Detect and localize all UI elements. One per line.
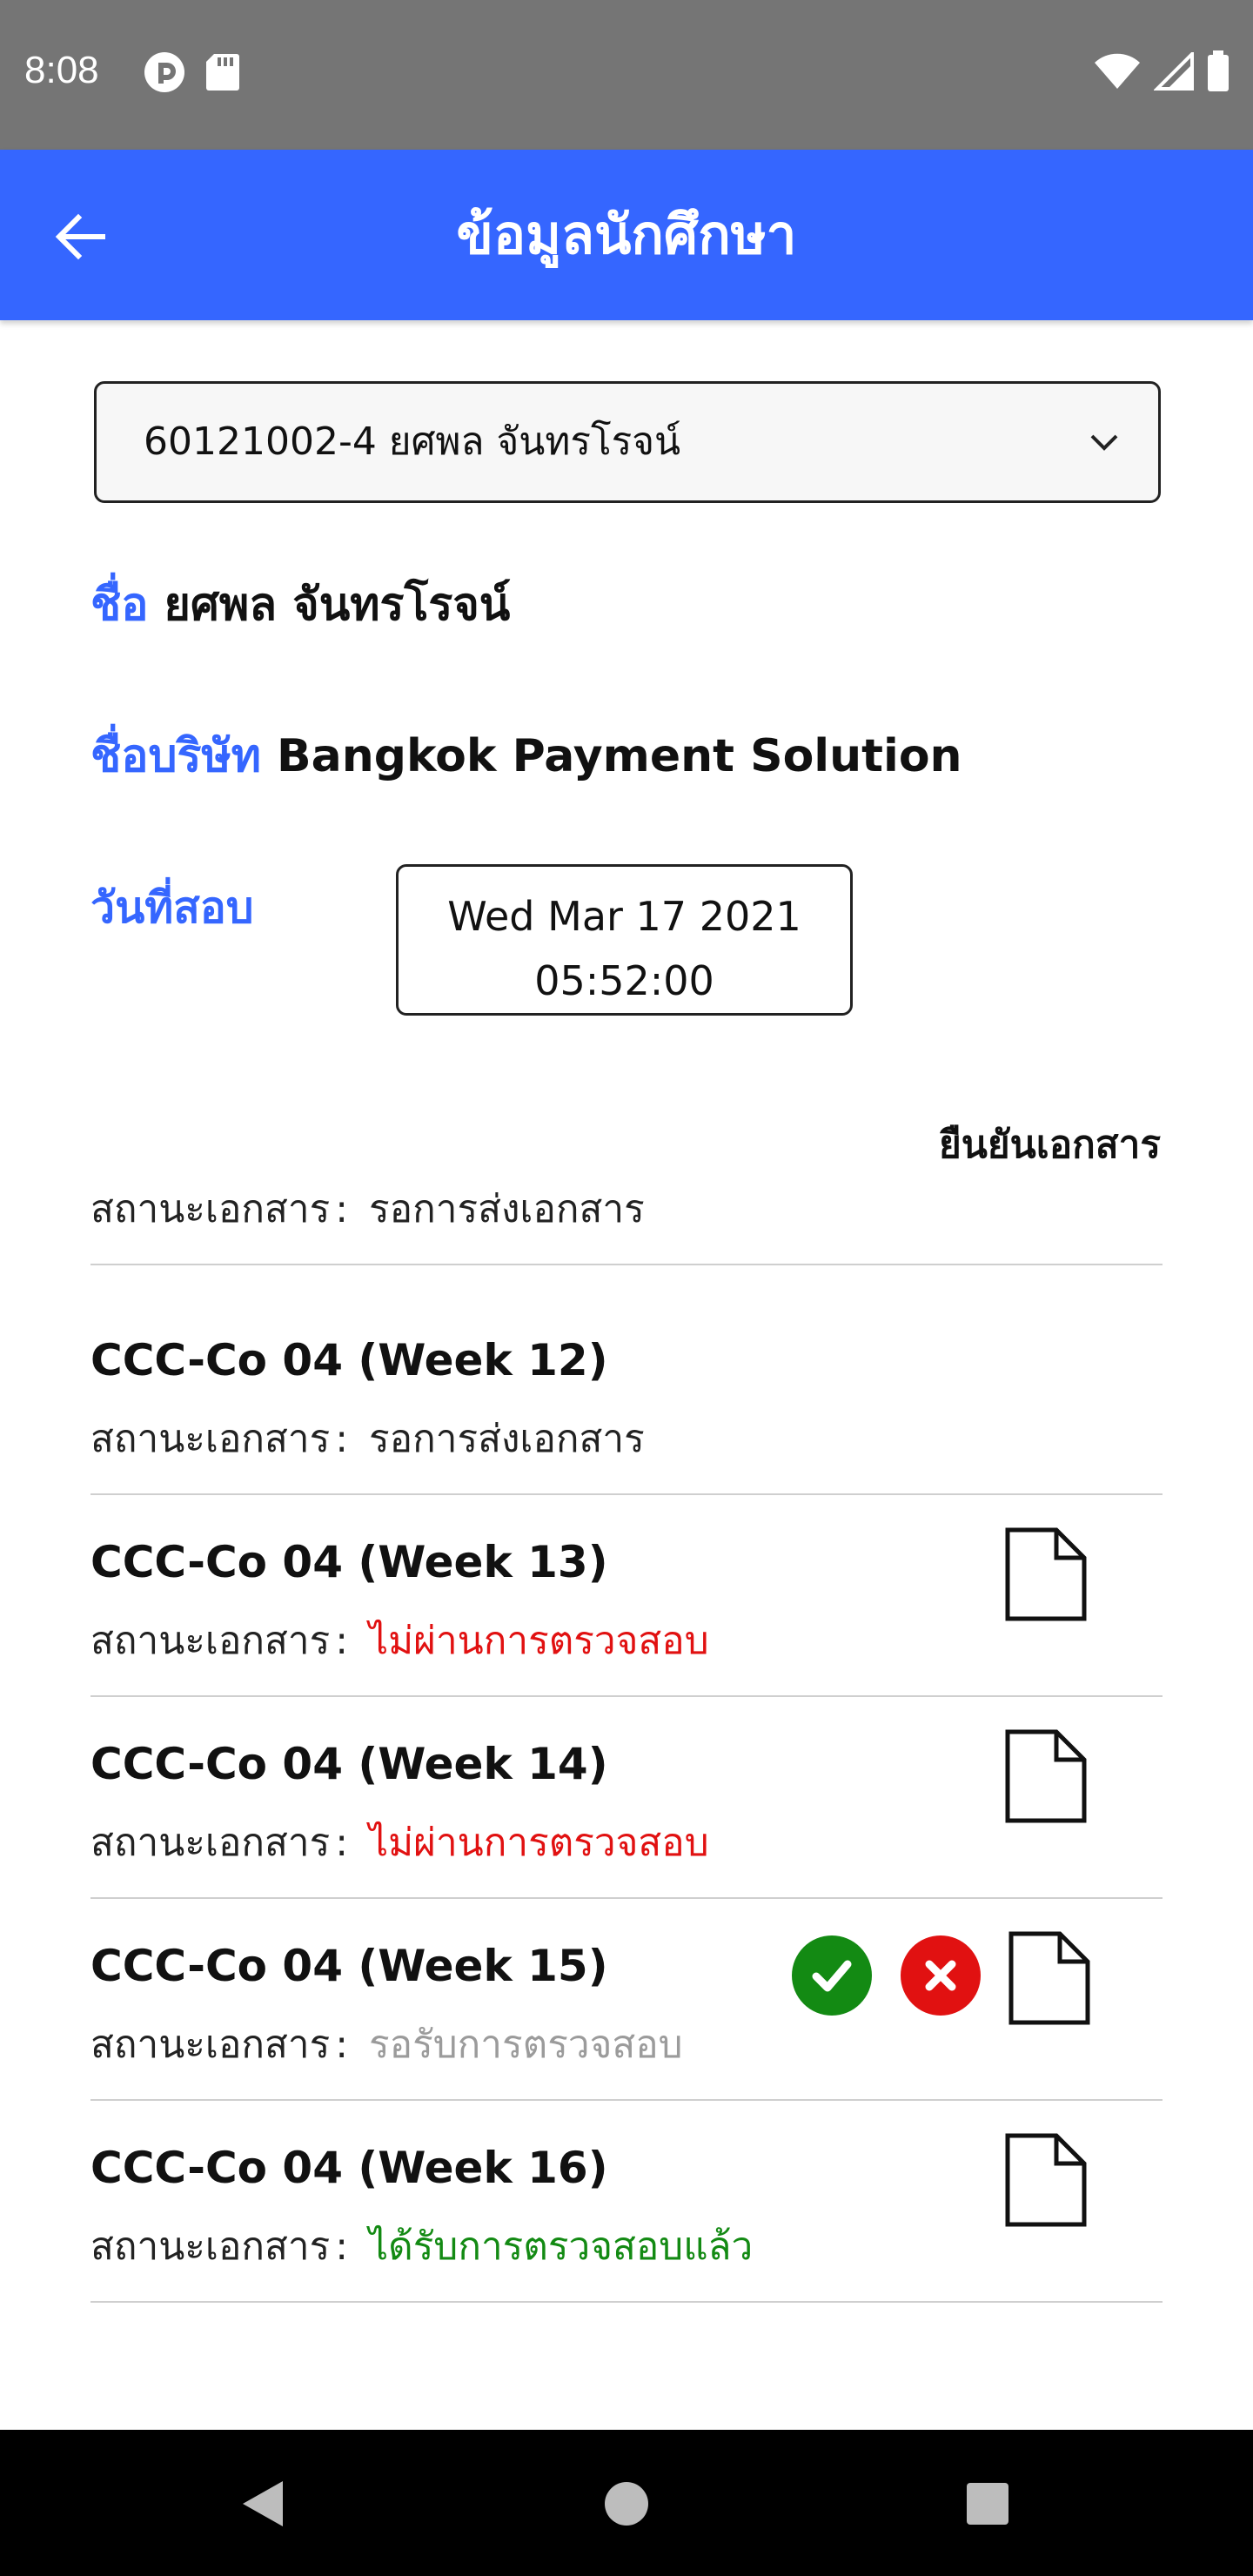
doc-status: สถานะเอกสาร: รอการส่งเอกสาร <box>90 1192 645 1239</box>
list-item[interactable]: CCC-Co 04 (Week 15) สถานะเอกสาร: รอรับกา… <box>90 1899 1163 2101</box>
status-time: 8:08 <box>24 49 99 91</box>
document-icon <box>1005 1729 1087 1823</box>
doc-title: CCC-Co 04 (Week 15) <box>90 1941 608 1991</box>
approve-button[interactable] <box>792 1935 872 2016</box>
pocket-casts-icon <box>143 50 186 97</box>
doc-title: CCC-Co 04 (Week 14) <box>90 1739 608 1789</box>
list-item[interactable]: CCC-Co 04 (Week 12) สถานะเอกสาร: รอการส่… <box>90 1293 1163 1495</box>
doc-title: CCC-Co 04 (Week 13) <box>90 1537 608 1587</box>
doc-status: สถานะเอกสาร: ไม่ผ่านการตรวจสอบ <box>90 1821 709 1865</box>
doc-status-label: สถานะเอกสาร <box>90 2224 331 2269</box>
view-document-button[interactable] <box>1004 1526 1088 1626</box>
doc-status-value: รอการส่งเอกสาร <box>369 1192 645 1231</box>
nav-recents-button[interactable] <box>957 2473 1018 2534</box>
doc-title: CCC-Co 04 (Week 12) <box>90 1335 608 1385</box>
close-icon <box>925 1960 956 1991</box>
reject-button[interactable] <box>901 1935 981 2016</box>
back-button[interactable] <box>45 202 115 272</box>
status-left-icons <box>143 50 240 97</box>
square-recents-icon <box>967 2483 1008 2525</box>
doc-status-label: สถานะเอกสาร <box>90 1821 331 1865</box>
check-icon <box>812 1960 852 1992</box>
sd-card-icon <box>205 52 240 96</box>
list-item[interactable]: CCC-Co 04 (Week 16) สถานะเอกสาร: ได้รับก… <box>90 2101 1163 2303</box>
page-title: ข้อมูลนักศึกษา <box>456 203 797 266</box>
document-icon <box>1005 1527 1087 1621</box>
status-right-icons <box>1093 50 1230 96</box>
doc-status-value: ได้รับการตรวจสอบแล้ว <box>369 2224 754 2269</box>
exam-date-box[interactable]: Wed Mar 17 2021 05:52:00 <box>396 864 853 1016</box>
doc-title: CCC-Co 04 (Week 16) <box>90 2143 608 2193</box>
list-item[interactable]: CCC-Co 04 (Week 14) สถานะเอกสาร: ไม่ผ่าน… <box>90 1697 1163 1899</box>
doc-status: สถานะเอกสาร: ไม่ผ่านการตรวจสอบ <box>90 1619 709 1663</box>
name-label: ชื่อ <box>90 579 149 631</box>
doc-status: สถานะเอกสาร: ได้รับการตรวจสอบแล้ว <box>90 2224 754 2269</box>
student-name-row: ชื่อ ยศพล จันทรโรจน์ <box>90 567 510 640</box>
exam-date-label: วันที่สอบ <box>90 882 254 933</box>
company-label: ชื่อบริษัท <box>90 730 262 782</box>
nav-back-button[interactable] <box>231 2473 292 2534</box>
doc-status-value: รอรับการตรวจสอบ <box>369 2023 683 2067</box>
student-select-value: 60121002-4 ยศพล จันทรโรจน์ <box>144 419 681 464</box>
doc-status: สถานะเอกสาร: รอการส่งเอกสาร <box>90 1417 645 1461</box>
doc-status-value: ไม่ผ่านการตรวจสอบ <box>369 1821 709 1865</box>
battery-icon <box>1206 50 1230 96</box>
view-document-button[interactable] <box>1008 1930 1091 2029</box>
doc-status: สถานะเอกสาร: รอรับการตรวจสอบ <box>90 2023 683 2067</box>
doc-status-value: รอการส่งเอกสาร <box>369 1417 645 1461</box>
app-bar: ข้อมูลนักศึกษา <box>0 150 1253 320</box>
exam-date: Wed Mar 17 2021 <box>447 893 801 940</box>
document-icon <box>1008 1931 1090 2025</box>
wifi-icon <box>1093 52 1142 94</box>
status-bar: 8:08 <box>0 0 1253 150</box>
view-document-button[interactable] <box>1004 1728 1088 1828</box>
doc-status-value: ไม่ผ่านการตรวจสอบ <box>369 1619 709 1663</box>
signal-icon <box>1153 50 1194 94</box>
circle-home-icon <box>605 2482 648 2526</box>
triangle-back-icon <box>243 2481 283 2526</box>
view-document-button[interactable] <box>1004 2132 1088 2231</box>
doc-status-label: สถานะเอกสาร <box>90 1192 331 1231</box>
arrow-left-icon <box>55 213 105 260</box>
confirm-documents-header: ยืนยันเอกสาร <box>938 1123 1161 1167</box>
nav-home-button[interactable] <box>596 2473 657 2534</box>
company-row: ชื่อบริษัท Bangkok Payment Solution <box>90 719 962 791</box>
student-select[interactable]: 60121002-4 ยศพล จันทรโรจน์ <box>94 381 1161 503</box>
list-item[interactable]: CCC-Co 04 (Week 13) สถานะเอกสาร: ไม่ผ่าน… <box>90 1495 1163 1697</box>
doc-status-label: สถานะเอกสาร <box>90 2023 331 2067</box>
exam-time: 05:52:00 <box>534 957 714 1004</box>
doc-status-label: สถานะเอกสาร <box>90 1619 331 1663</box>
name-value: ยศพล จันทรโรจน์ <box>164 579 511 631</box>
chevron-down-icon <box>1089 429 1120 459</box>
company-value: Bangkok Payment Solution <box>277 730 962 782</box>
document-icon <box>1005 2133 1087 2227</box>
list-item[interactable]: สถานะเอกสาร: รอการส่งเอกสาร <box>90 1192 1163 1265</box>
doc-status-label: สถานะเอกสาร <box>90 1417 331 1461</box>
system-nav-bar <box>0 2430 1253 2576</box>
document-list[interactable]: สถานะเอกสาร: รอการส่งเอกสาร CCC-Co 04 (W… <box>0 1192 1253 2306</box>
